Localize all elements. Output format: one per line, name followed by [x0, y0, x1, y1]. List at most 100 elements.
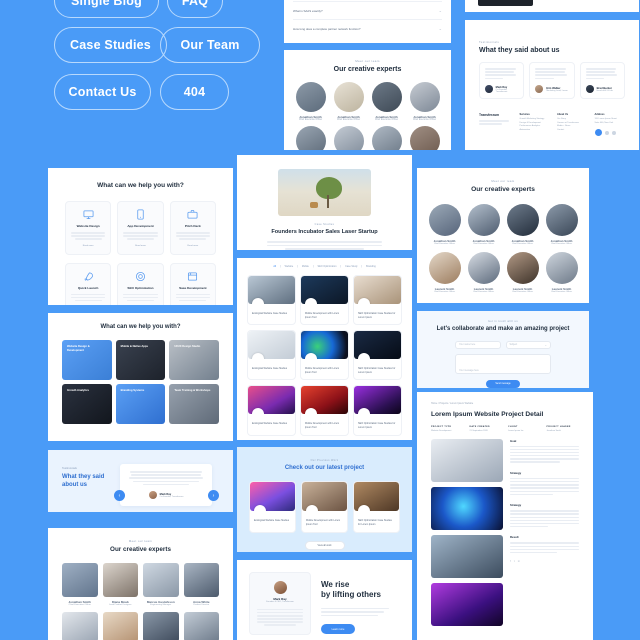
team-member[interactable] — [295, 126, 326, 150]
service-tile[interactable]: Growth Analytics — [62, 384, 112, 424]
team-member[interactable]: Jonathan Smith Chief Executive Officer — [333, 82, 364, 121]
read-more-link[interactable]: Read more — [123, 245, 157, 247]
team-member[interactable]: Anna White Product Director — [183, 563, 219, 606]
nav-pill-contact-us[interactable]: Contact Us — [54, 74, 151, 110]
filter-tab-mobile[interactable]: Mobile — [302, 265, 309, 268]
service-card[interactable]: App Development Read more — [117, 201, 164, 255]
subject-select[interactable]: Subject ⌄ — [505, 341, 551, 349]
portfolio-item[interactable]: SEO Optimization Case Studies for Lorem … — [353, 330, 402, 381]
twitter-icon[interactable]: t — [514, 559, 515, 563]
project-card[interactable]: SEO Optimization Case Studies for Lorem … — [353, 481, 400, 534]
message-textarea[interactable]: Your message here — [455, 354, 551, 374]
team-member[interactable]: Jonathan Smith Chief Executive Officer — [506, 204, 539, 245]
carousel-next-icon[interactable]: › — [208, 490, 219, 501]
service-tile[interactable]: Website Design & Development — [62, 340, 112, 380]
send-message-button[interactable]: Send message — [486, 380, 520, 388]
team-member[interactable] — [143, 612, 179, 640]
service-card[interactable]: Quick Launch Read more — [65, 262, 112, 305]
tile-label: Team Training & Workshops — [174, 389, 211, 392]
team-member[interactable] — [183, 612, 219, 640]
footer-link[interactable]: Contact — [557, 129, 587, 133]
team-member[interactable]: Diana Moab Lead Product Designer — [102, 563, 138, 606]
portfolio-badge-icon — [252, 298, 264, 304]
team-member[interactable]: Jonathan Smith Chief Executive Officer — [428, 204, 461, 245]
nav-pill-single-blog[interactable]: Single Blog — [54, 0, 159, 18]
team-member[interactable] — [409, 126, 440, 150]
portfolio-item[interactable]: Mobile Development with Lorem Ipsum Tool — [300, 385, 349, 436]
carousel-prev-icon[interactable]: ‹ — [114, 490, 125, 501]
team-member[interactable]: Jonathan Smith Chief Executive Officer — [409, 82, 440, 121]
team-member[interactable]: Jonathan Smith Chief Executive Officer — [545, 204, 578, 245]
service-card[interactable]: Pitch Deck Read more — [169, 201, 216, 255]
nav-pill-our-team[interactable]: Our Team — [160, 27, 260, 63]
service-card[interactable]: SEO Optimization Read more — [117, 262, 164, 305]
faq-row[interactable]: How long does a complete partner network… — [293, 20, 442, 37]
team-member-role: Chief Executive Officer — [472, 243, 495, 245]
learn-more-button[interactable]: Learn more — [321, 624, 355, 635]
filter-tab-seo[interactable]: SEO Optimization — [318, 265, 337, 268]
service-tile[interactable]: Mobile & Native Apps — [115, 340, 166, 380]
portfolio-item[interactable]: Ecological Website Case Studies — [247, 275, 296, 326]
carousel-dot[interactable] — [604, 130, 609, 135]
portfolio-item[interactable]: SEO Optimization Case Studies for Lorem … — [353, 275, 402, 326]
section-title: Our creative experts — [110, 546, 171, 553]
template-preview-board: Single Blog FAQ Case Studies Our Team Co… — [0, 0, 640, 640]
service-card[interactable]: Website Design Read more — [65, 201, 112, 255]
footer-link[interactable]: Suite 400, New York — [595, 122, 625, 126]
filter-tab-all[interactable]: All — [273, 265, 276, 268]
service-card[interactable]: Saas Development Read more — [169, 262, 216, 305]
team-member[interactable]: Laurent Smith Chief Executive Officer — [506, 252, 539, 293]
team-member[interactable]: Marcus Gustafsson Engineering Manager — [143, 563, 179, 606]
footer-link[interactable] — [479, 127, 513, 129]
portfolio-item[interactable]: Mobile Development with Lorem Ipsum Tool — [300, 330, 349, 381]
team-member[interactable]: Laurent Smith Chief Executive Officer — [467, 252, 500, 293]
carousel-dot[interactable] — [611, 130, 616, 135]
team-member[interactable] — [102, 612, 138, 640]
facebook-icon[interactable]: f — [510, 559, 511, 563]
footer-link[interactable]: Automation — [520, 129, 550, 133]
project-card[interactable]: Ecological Website Case Studies — [249, 481, 296, 534]
service-tile[interactable]: UI/UX Design Studio — [169, 340, 220, 380]
section-title: Check out our latest project — [284, 465, 365, 471]
read-more-link[interactable]: Read more — [71, 245, 105, 247]
portfolio-item[interactable]: SEO Optimization Case Studies for Lorem … — [353, 385, 402, 436]
faq-question: How long does a complete partner network… — [293, 26, 361, 31]
team-member[interactable]: Laurent Smith Chief Executive Officer — [545, 252, 578, 293]
testimonial-card[interactable]: Mark Ray Co-Founder, Transferzum — [479, 62, 525, 100]
view-all-work-button[interactable]: View all work — [304, 541, 345, 551]
team-member[interactable]: Jonathan Smith Chief Executive Officer — [62, 563, 98, 606]
nav-pill-faq[interactable]: FAQ — [167, 0, 223, 18]
carousel-dot-active[interactable] — [594, 129, 602, 137]
breadcrumb[interactable]: Home / Projects / Lorem Ipsum Website — [431, 402, 579, 405]
team-member[interactable]: Jonathan Smith Chief Executive Officer — [371, 82, 402, 121]
project-card[interactable]: Mobile Development with Lorem Ipsum Tool — [301, 481, 348, 534]
nav-pill-case-studies[interactable]: Case Studies — [54, 27, 167, 63]
rocket-icon — [71, 271, 105, 282]
faq-row[interactable]: What is SAAS exactly? ⌄ — [293, 2, 442, 20]
filter-tab-branding[interactable]: Branding — [366, 265, 376, 268]
portfolio-item[interactable]: Mobile Development with Lorem Ipsum Tool — [300, 275, 349, 326]
linkedin-icon[interactable]: in — [518, 559, 520, 563]
name-input[interactable]: Your name here — [455, 341, 501, 349]
team-member[interactable]: Jonathan Smith Chief Executive Officer — [295, 82, 326, 121]
service-tile[interactable]: Branding Systems — [115, 384, 166, 424]
testimonial-card[interactable]: Brad Becker Head of A / B Lab — [579, 62, 625, 100]
filter-tab-case-study[interactable]: Case Study — [345, 265, 357, 268]
service-label: Pitch Deck — [184, 224, 201, 228]
team-member[interactable]: Laurent Smith Chief Executive Officer — [428, 252, 461, 293]
filter-tab-website[interactable]: Website — [285, 265, 294, 268]
team-member[interactable] — [333, 126, 364, 150]
team-member[interactable] — [62, 612, 98, 640]
team-member[interactable] — [371, 126, 402, 150]
testimonial-card[interactable]: Erin Walker Marketing Lead, Lorem — [529, 62, 575, 100]
portfolio-item[interactable]: Ecological Website Case Studies — [247, 330, 296, 381]
read-more-link[interactable]: Read more — [176, 245, 210, 247]
team-member[interactable]: Jonathan Smith Chief Executive Officer — [467, 204, 500, 245]
faq-panel: What is Growthkit useful for? ⌄ Can I us… — [284, 0, 451, 43]
portfolio-item[interactable]: Ecological Website Case Studies — [247, 385, 296, 436]
testimonial-card[interactable]: Mark Ray Co-Founder, Transferzum — [120, 464, 212, 507]
nav-pill-404[interactable]: 404 — [160, 74, 229, 110]
service-tile[interactable]: Team Training & Workshops — [169, 384, 220, 424]
button-label: Send message — [495, 383, 511, 385]
meta-label: CLIENT — [508, 426, 518, 428]
